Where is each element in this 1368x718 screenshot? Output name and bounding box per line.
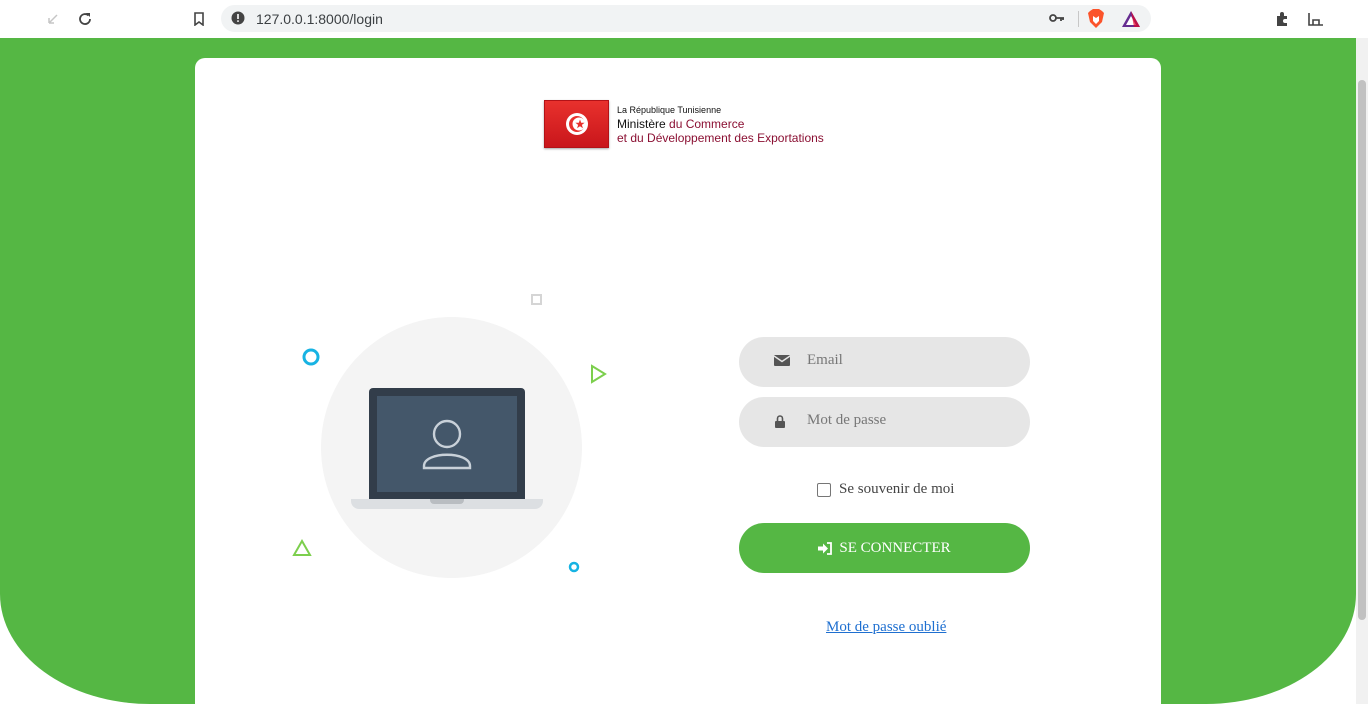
- laptop-notch: [430, 499, 464, 504]
- extensions-icon[interactable]: [1271, 8, 1293, 30]
- brave-shield-icon[interactable]: [1087, 9, 1105, 34]
- email-placeholder[interactable]: Email: [807, 352, 843, 369]
- lock-icon: [775, 415, 785, 433]
- decor-square-icon: [531, 294, 542, 305]
- sign-in-icon: [818, 541, 833, 555]
- menu-icon[interactable]: [1305, 8, 1327, 30]
- scrollbar-thumb[interactable]: [1358, 80, 1366, 620]
- login-illustration: [285, 286, 625, 586]
- brave-rewards-icon[interactable]: [1121, 10, 1141, 33]
- omnibox-divider: [1078, 11, 1079, 27]
- logo-line-3: et du Développement des Exportations: [617, 131, 824, 145]
- decor-triangle-up-icon: [292, 538, 312, 556]
- bookmark-icon[interactable]: [188, 8, 210, 30]
- decor-small-circle-icon: [568, 561, 580, 573]
- url-text[interactable]: 127.0.0.1:8000/login: [256, 11, 383, 27]
- envelope-icon: [773, 354, 791, 372]
- logo-line-2: Ministère du Commerce: [617, 117, 824, 131]
- site-info-icon[interactable]: [231, 11, 245, 30]
- reload-icon[interactable]: [74, 8, 96, 30]
- remember-label[interactable]: Se souvenir de moi: [839, 481, 954, 498]
- decor-circle-icon: [302, 348, 320, 366]
- password-field[interactable]: Mot de passe: [739, 397, 1030, 447]
- login-button[interactable]: SE CONNECTER: [739, 523, 1030, 573]
- browser-toolbar: 127.0.0.1:8000/login: [0, 0, 1368, 38]
- key-icon[interactable]: [1049, 11, 1065, 30]
- password-placeholder[interactable]: Mot de passe: [807, 412, 886, 429]
- logo-line-2a: Ministère: [617, 117, 670, 131]
- tunisia-flag-icon: [544, 100, 609, 148]
- remember-me[interactable]: Se souvenir de moi: [817, 481, 954, 498]
- ministry-logo: La République Tunisienne Ministère du Co…: [544, 100, 824, 148]
- user-icon: [422, 419, 472, 470]
- email-field[interactable]: Email: [739, 337, 1030, 387]
- remember-checkbox[interactable]: [817, 482, 831, 497]
- back-icon[interactable]: [42, 8, 64, 30]
- laptop-icon: [369, 388, 525, 500]
- logo-line-2b: du Commerce: [669, 117, 745, 131]
- login-card: La République Tunisienne Ministère du Co…: [195, 58, 1161, 718]
- logo-line-1: La République Tunisienne: [617, 105, 722, 115]
- decor-triangle-right-icon: [591, 364, 607, 384]
- login-button-label: SE CONNECTER: [839, 539, 951, 556]
- forgot-password-link[interactable]: Mot de passe oublié: [826, 619, 946, 636]
- address-bar[interactable]: 127.0.0.1:8000/login: [221, 5, 1151, 32]
- scrollbar[interactable]: [1356, 38, 1368, 704]
